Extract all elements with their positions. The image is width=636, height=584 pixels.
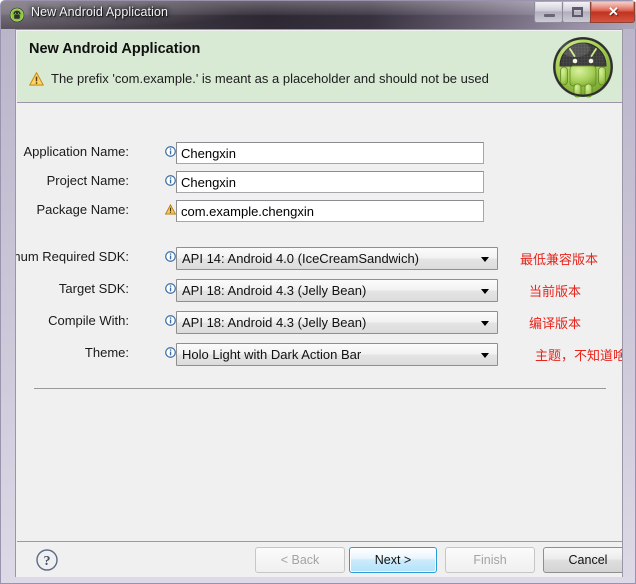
wizard-header: New Android Application The prefix 'com.…: [17, 31, 622, 103]
warning-icon: [29, 71, 44, 86]
compile-with-dropdown[interactable]: API 18: Android 4.3 (Jelly Bean): [176, 311, 498, 334]
label-target-sdk: Target SDK:: [58, 281, 129, 296]
close-button[interactable]: ✕: [590, 2, 635, 23]
close-icon: ✕: [608, 4, 619, 19]
android-icon: [9, 7, 25, 23]
field-row-project-name: Project Name: Chengxin: [17, 171, 622, 193]
next-button[interactable]: Next >: [349, 547, 437, 573]
package-name-input[interactable]: com.example.chengxin: [176, 200, 484, 222]
field-row-compile-with: Compile With: API 18: Android 4.3 (Jelly…: [17, 311, 622, 334]
help-question-icon[interactable]: ?: [35, 548, 59, 572]
theme-value: Holo Light with Dark Action Bar: [182, 347, 362, 362]
info-icon[interactable]: [165, 347, 176, 358]
compile-with-value: API 18: Android 4.3 (Jelly Bean): [182, 315, 367, 330]
field-row-application-name: Application Name: Chengxin: [17, 142, 622, 164]
field-row-target-sdk: Target SDK: API 18: Android 4.3 (Jelly B…: [17, 279, 622, 302]
minimum-required-sdk-value: API 14: Android 4.0 (IceCreamSandwich): [182, 251, 420, 266]
annotation-compile-with: 编译版本: [529, 316, 582, 331]
target-sdk-dropdown[interactable]: API 18: Android 4.3 (Jelly Bean): [176, 279, 498, 302]
field-row-package-name: Package Name: com.example.chengxin: [17, 200, 622, 222]
application-name-input[interactable]: Chengxin: [176, 142, 484, 164]
theme-dropdown[interactable]: Holo Light with Dark Action Bar: [176, 343, 498, 366]
title-bar[interactable]: New Android Application ✕: [1, 1, 636, 29]
window-title: New Android Application: [31, 5, 169, 19]
window-controls: ✕: [534, 2, 635, 23]
annotation-minimum-sdk: 最低兼容版本: [520, 252, 599, 267]
info-icon[interactable]: [165, 251, 176, 262]
info-icon[interactable]: [165, 315, 176, 326]
chevron-down-icon: [481, 321, 489, 326]
minimize-gloss: [536, 2, 561, 11]
minimum-required-sdk-dropdown[interactable]: API 14: Android 4.0 (IceCreamSandwich): [176, 247, 498, 270]
info-icon[interactable]: [165, 175, 176, 186]
label-minimum-required-sdk: Minimum Required SDK:: [16, 249, 129, 264]
application-window: New Android Application ✕ New Android Ap…: [0, 0, 636, 584]
cancel-button[interactable]: Cancel: [543, 547, 622, 573]
annotation-theme: 主题，不知道啥意思: [535, 348, 622, 363]
wizard-dialog: New Android Application The prefix 'com.…: [15, 29, 623, 577]
chevron-down-icon: [481, 257, 489, 262]
chevron-down-icon: [481, 289, 489, 294]
label-application-name: Application Name:: [23, 144, 130, 159]
label-theme: Theme:: [84, 345, 129, 360]
wizard-header-title: New Android Application: [29, 41, 201, 57]
android-robot-logo: [553, 37, 613, 98]
field-row-theme: Theme: Holo Light with Dark Action Bar 主…: [17, 343, 622, 366]
wizard-header-message: The prefix 'com.example.' is meant as a …: [51, 71, 489, 86]
project-name-input[interactable]: Chengxin: [176, 171, 484, 193]
warning-icon[interactable]: [165, 204, 176, 215]
wizard-form: Application Name: Chengxin Project Name:…: [16, 103, 622, 541]
annotation-target-sdk: 当前版本: [529, 284, 582, 299]
form-separator: [34, 388, 606, 389]
wizard-header-message-row: The prefix 'com.example.' is meant as a …: [29, 71, 489, 86]
svg-text:?: ?: [44, 554, 51, 569]
label-project-name: Project Name:: [46, 173, 129, 188]
field-row-minimum-sdk: Minimum Required SDK: API 14: Android 4.…: [16, 247, 622, 270]
dialog-footer: ? < Back Next > Finish Cancel: [17, 541, 622, 577]
minimize-button[interactable]: [534, 2, 563, 23]
maximize-icon: [572, 7, 583, 17]
back-button[interactable]: < Back: [255, 547, 345, 573]
minimize-icon: [544, 14, 555, 17]
label-package-name: Package Name:: [36, 202, 130, 217]
chevron-down-icon: [481, 353, 489, 358]
maximize-button[interactable]: [562, 2, 591, 23]
label-compile-with: Compile With:: [48, 313, 129, 328]
finish-button[interactable]: Finish: [445, 547, 535, 573]
target-sdk-value: API 18: Android 4.3 (Jelly Bean): [182, 283, 367, 298]
info-icon[interactable]: [165, 283, 176, 294]
info-icon[interactable]: [165, 146, 176, 157]
